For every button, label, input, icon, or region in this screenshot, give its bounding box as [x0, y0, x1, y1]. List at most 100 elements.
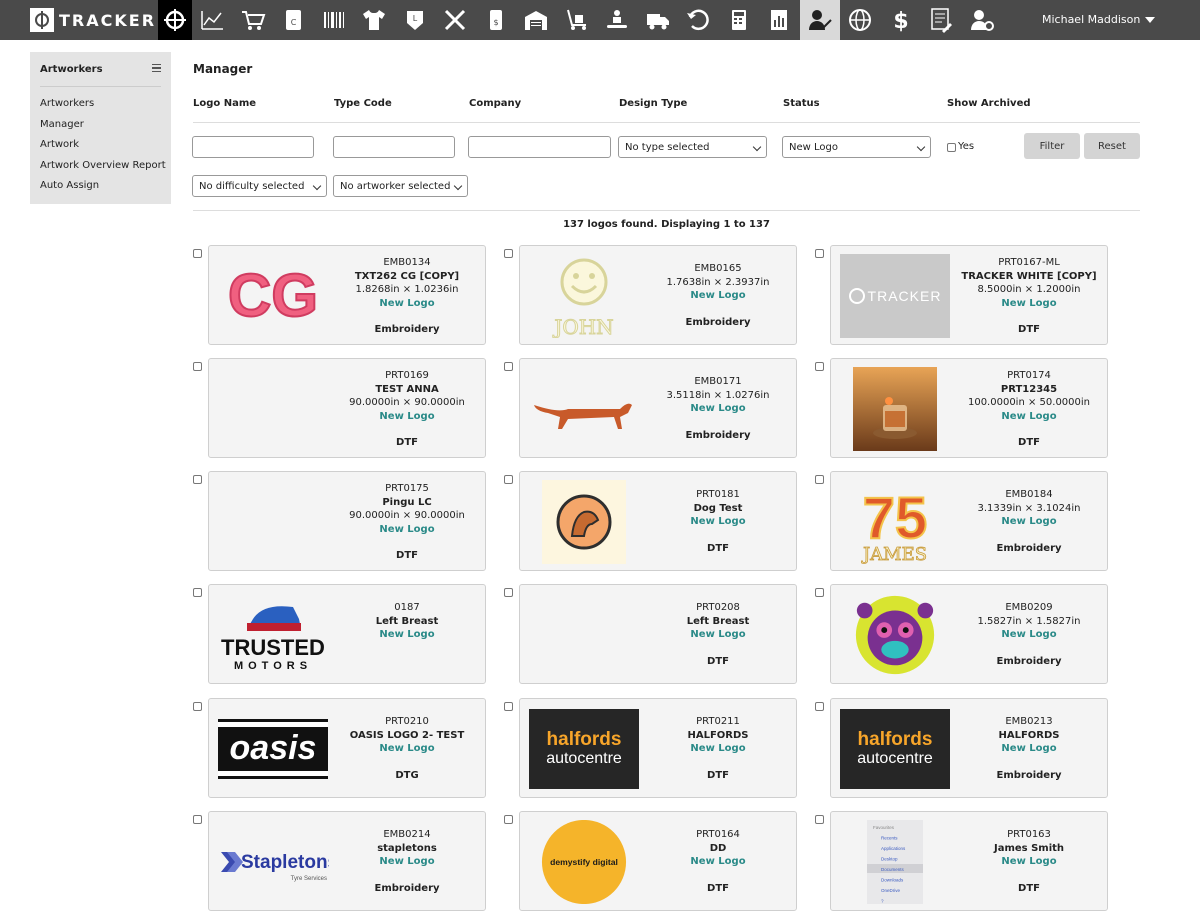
logo-card[interactable]: EMB0209 1.5827in × 1.5827in New Logo Embroi… [830, 584, 1108, 684]
logo-card[interactable]: halfords autocentre PRT0211 HALFORDS New Log… [519, 698, 797, 798]
contacts-icon[interactable]: C [273, 0, 314, 40]
company-label: Company [469, 98, 522, 109]
sidebar-item-manager[interactable]: Manager [40, 119, 84, 130]
logo-status[interactable]: New Logo [339, 855, 475, 869]
logo-card[interactable]: PRT0175 Pingu LC 90.0000in × 90.0000in New … [208, 471, 486, 571]
chart-icon[interactable] [192, 0, 233, 40]
type-code-input[interactable] [333, 136, 455, 158]
logo-card[interactable]: oasis PRT0210 OASIS LOGO 2- TEST New Logo DT… [208, 698, 486, 798]
logo-name-input[interactable] [192, 136, 314, 158]
show-archived-checkbox[interactable] [947, 143, 956, 152]
logo-status[interactable]: New Logo [650, 402, 786, 416]
logo-select-checkbox[interactable] [504, 475, 513, 484]
logo-status[interactable]: New Logo [650, 289, 786, 303]
logo-status[interactable]: New Logo [961, 628, 1097, 642]
calculator-icon[interactable] [719, 0, 760, 40]
logo-code: PRT0164 [696, 829, 740, 840]
brand-logo[interactable]: TRACKER [30, 7, 156, 33]
logo-status[interactable]: New Logo [650, 742, 786, 756]
artworker-icon[interactable] [799, 0, 840, 40]
logo-select-checkbox[interactable] [193, 815, 202, 824]
sidebar-item-auto-assign[interactable]: Auto Assign [40, 180, 99, 191]
logo-card[interactable]: JOHN EMB0165 1.7638in × 2.3937in New Logo Em… [519, 245, 797, 345]
tools-icon[interactable] [435, 0, 476, 40]
logo-status[interactable]: New Logo [650, 515, 786, 529]
filter-button[interactable]: Filter [1024, 133, 1080, 159]
logo-card[interactable]: demystify digital PRT0164 DD New Logo DTF [519, 811, 797, 911]
logo-select-checkbox[interactable] [504, 702, 513, 711]
status-select[interactable]: New Logo [782, 136, 931, 158]
warehouse-icon[interactable] [516, 0, 557, 40]
logo-status[interactable]: New Logo [650, 628, 786, 642]
logo-status[interactable]: New Logo [961, 515, 1097, 529]
logo-status[interactable]: New Logo [650, 855, 786, 869]
shirt-icon[interactable] [354, 0, 395, 40]
logo-code: PRT0210 [385, 716, 429, 727]
crosshair-icon[interactable] [158, 0, 192, 40]
logo-card[interactable]: PRT0208 Left Breast New Logo DTF [519, 584, 797, 684]
logo-select-checkbox[interactable] [815, 702, 824, 711]
user-settings-icon[interactable] [962, 0, 1003, 40]
barcode-icon[interactable] [314, 0, 355, 40]
logo-card[interactable]: EMB0171 3.5118in × 1.0276in New Logo Embroi… [519, 358, 797, 458]
logo-card[interactable]: Favourites Recents Applications Desktop Docu… [830, 811, 1108, 911]
logo-select-checkbox[interactable] [815, 588, 824, 597]
conveyor-icon[interactable] [597, 0, 638, 40]
globe-icon[interactable] [840, 0, 881, 40]
logo-select-checkbox[interactable] [193, 702, 202, 711]
reset-button[interactable]: Reset [1084, 133, 1140, 159]
logo-status[interactable]: New Logo [961, 297, 1097, 311]
hamburger-menu-icon[interactable] [152, 64, 161, 72]
design-type-select[interactable]: No type selected [618, 136, 767, 158]
price-tag-icon[interactable]: $ [476, 0, 517, 40]
logo-select-checkbox[interactable] [193, 249, 202, 258]
logo-card[interactable]: 75 JAMES EMB0184 3.1339in × 3.1024in New Log… [830, 471, 1108, 571]
returns-icon[interactable] [678, 0, 719, 40]
logo-select-checkbox[interactable] [815, 815, 824, 824]
logo-card[interactable]: PRT0169 TEST ANNA 90.0000in × 90.0000in New… [208, 358, 486, 458]
logo-select-checkbox[interactable] [504, 249, 513, 258]
logo-name: Dog Test [693, 502, 743, 514]
logo-select-checkbox[interactable] [504, 588, 513, 597]
logo-status[interactable]: New Logo [961, 742, 1097, 756]
user-menu[interactable]: Michael Maddison [1042, 13, 1156, 26]
logo-status[interactable]: New Logo [339, 523, 475, 537]
logo-status[interactable]: New Logo [961, 855, 1097, 869]
logo-status[interactable]: New Logo [961, 410, 1097, 424]
trolley-icon[interactable] [557, 0, 598, 40]
badge-icon[interactable]: L [395, 0, 436, 40]
logo-info: PRT0208 Left Breast New Logo DTF [650, 601, 786, 668]
logo-design-type: Embroidery [685, 316, 751, 328]
logo-design-type: DTF [707, 655, 729, 667]
logo-select-checkbox[interactable] [815, 249, 824, 258]
report-icon[interactable] [759, 0, 800, 40]
company-input[interactable] [468, 136, 611, 158]
logo-select-checkbox[interactable] [193, 362, 202, 371]
difficulty-select[interactable]: No difficulty selected [192, 175, 327, 197]
logo-card[interactable]: Stapletons Tyre Services EMB0214 stapletons… [208, 811, 486, 911]
logo-card[interactable]: CG EMB0134 TXT262 CG [COPY] 1.8268in × 1.02… [208, 245, 486, 345]
logo-select-checkbox[interactable] [504, 362, 513, 371]
logo-status[interactable]: New Logo [339, 742, 475, 756]
dollar-icon[interactable]: $ [881, 0, 922, 40]
cart-icon[interactable] [233, 0, 274, 40]
logo-select-checkbox[interactable] [815, 362, 824, 371]
logo-card[interactable]: TRUSTED MOTORS 0187 Left Breast New Logo [208, 584, 486, 684]
logo-card[interactable]: PRT0174 PRT12345 100.0000in × 50.0000in New… [830, 358, 1108, 458]
logo-status[interactable]: New Logo [339, 297, 475, 311]
logo-card[interactable]: TRACKER PRT0167-ML TRACKER WHITE [COPY] 8.5… [830, 245, 1108, 345]
document-icon[interactable] [921, 0, 962, 40]
logo-select-checkbox[interactable] [504, 815, 513, 824]
artworker-select[interactable]: No artworker selected [333, 175, 468, 197]
sidebar-item-artwork[interactable]: Artwork [40, 139, 79, 150]
truck-icon[interactable] [638, 0, 679, 40]
logo-status[interactable]: New Logo [339, 628, 475, 642]
logo-card[interactable]: halfords autocentre EMB0213 HALFORDS New Log… [830, 698, 1108, 798]
logo-select-checkbox[interactable] [193, 588, 202, 597]
logo-select-checkbox[interactable] [193, 475, 202, 484]
logo-status[interactable]: New Logo [339, 410, 475, 424]
sidebar-item-artwork-overview-report[interactable]: Artwork Overview Report [40, 160, 166, 171]
sidebar-item-artworkers[interactable]: Artworkers [40, 98, 94, 109]
logo-card[interactable]: PRT0181 Dog Test New Logo DTF [519, 471, 797, 571]
logo-select-checkbox[interactable] [815, 475, 824, 484]
